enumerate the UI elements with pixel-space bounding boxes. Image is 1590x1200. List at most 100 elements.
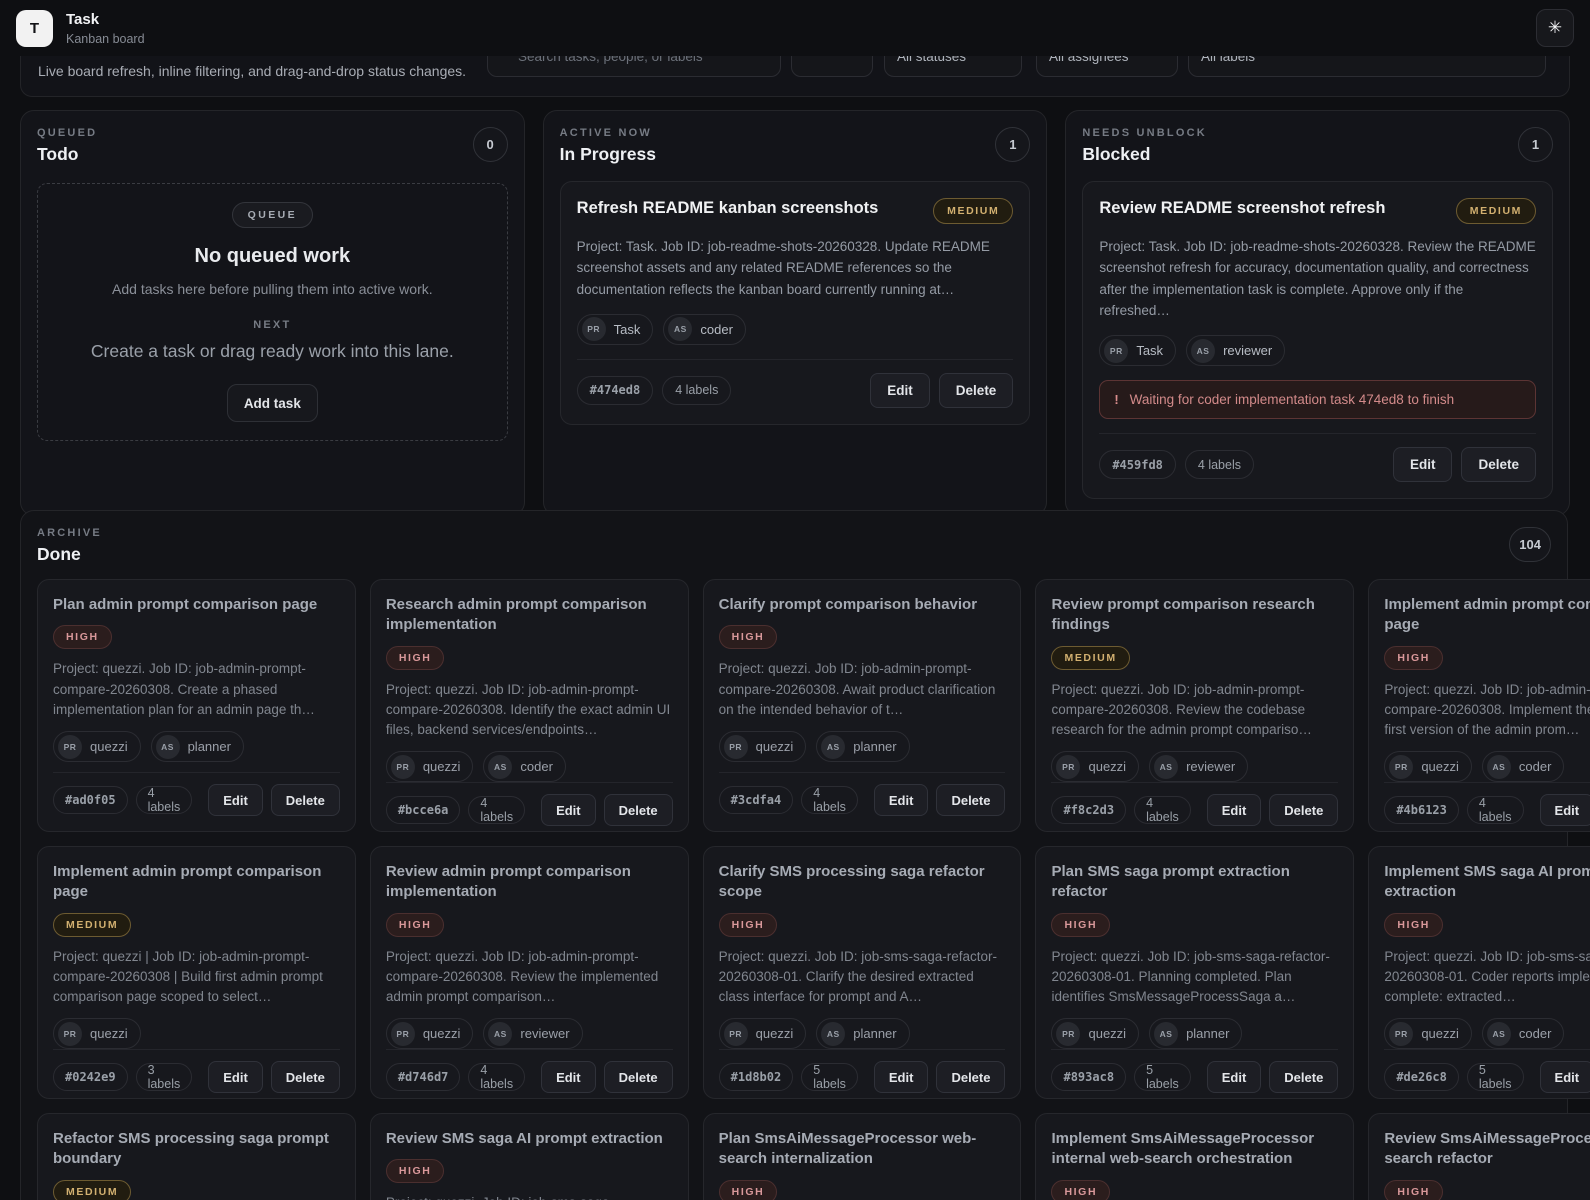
task-hash-chip[interactable]: #de26c8: [1384, 1063, 1459, 1092]
assignee-name: planner: [187, 739, 231, 754]
task-chips: PR Task AS coder: [576, 313, 1014, 345]
task-card[interactable]: Refactor SMS processing saga prompt boun…: [37, 1113, 356, 1200]
assignee-chip[interactable]: AS reviewer: [483, 1018, 583, 1050]
assignee-name: planner: [1186, 1026, 1230, 1042]
labels-count-chip[interactable]: 4 labels: [801, 786, 858, 814]
edit-button[interactable]: Edit: [873, 784, 929, 816]
assignee-chip[interactable]: AS planner: [1149, 1018, 1243, 1050]
delete-button[interactable]: Delete: [936, 784, 1006, 816]
task-card[interactable]: Implement admin prompt comparison page H…: [1368, 579, 1590, 832]
project-chip[interactable]: PR quezzi: [718, 731, 807, 762]
assignee-chip[interactable]: AS planner: [816, 1018, 910, 1050]
task-hash-chip[interactable]: #0242e9: [53, 1063, 128, 1092]
task-hash-chip[interactable]: #4b6123: [1384, 796, 1459, 825]
assignee-chip[interactable]: AS coder: [483, 751, 566, 783]
task-card[interactable]: Refresh README kanban screenshots MEDIUM…: [559, 181, 1031, 425]
labels-count-chip[interactable]: 4 labels: [1466, 796, 1524, 825]
labels-count-chip[interactable]: 5 labels: [1466, 1063, 1524, 1092]
edit-button[interactable]: Edit: [870, 372, 930, 408]
project-chip[interactable]: PR quezzi: [718, 1018, 807, 1050]
task-hash-chip[interactable]: #459fd8: [1099, 450, 1176, 480]
assignee-chip[interactable]: AS planner: [816, 731, 910, 762]
project-chip[interactable]: PR quezzi: [385, 1018, 474, 1050]
project-chip[interactable]: PR quezzi: [1384, 751, 1472, 783]
task-card[interactable]: Review README screenshot refresh MEDIUM …: [1082, 181, 1553, 500]
assignee-name: reviewer: [1186, 759, 1236, 775]
task-card[interactable]: Review prompt comparison research findin…: [1035, 579, 1355, 832]
task-hash-chip[interactable]: #893ac8: [1051, 1063, 1127, 1092]
add-task-button[interactable]: Add task: [226, 384, 318, 423]
task-card[interactable]: Plan SMS saga prompt extraction refactor…: [1035, 846, 1355, 1099]
labels-count-chip[interactable]: 5 labels: [801, 1063, 858, 1092]
delete-button[interactable]: Delete: [936, 1061, 1006, 1094]
project-chip[interactable]: PR quezzi: [53, 1018, 141, 1050]
edit-button[interactable]: Edit: [208, 1061, 263, 1094]
task-hash-chip[interactable]: #d746d7: [385, 1063, 461, 1092]
delete-button[interactable]: Delete: [270, 784, 340, 816]
labels-count-chip[interactable]: 4 labels: [662, 375, 732, 405]
task-card[interactable]: Plan SmsAiMessageProcessor web-search in…: [702, 1113, 1022, 1200]
labels-count-chip[interactable]: 4 labels: [468, 1063, 526, 1092]
assignee-chip[interactable]: AS reviewer: [1186, 335, 1286, 367]
task-hash-chip[interactable]: #1d8b02: [718, 1063, 794, 1092]
task-card[interactable]: Implement SmsAiMessageProcessor internal…: [1035, 1113, 1355, 1200]
task-hash-chip[interactable]: #f8c2d3: [1051, 796, 1127, 825]
edit-button[interactable]: Edit: [1392, 447, 1453, 483]
delete-button[interactable]: Delete: [603, 1061, 673, 1094]
task-card[interactable]: Review SMS saga AI prompt extraction HIG…: [369, 1113, 689, 1200]
labels-count-chip[interactable]: 4 labels: [135, 786, 193, 814]
project-chip[interactable]: PR quezzi: [1384, 1018, 1472, 1050]
edit-button[interactable]: Edit: [1206, 794, 1262, 827]
task-card[interactable]: Implement admin prompt comparison page M…: [37, 846, 356, 1099]
column-title: In Progress: [559, 144, 656, 164]
project-chip[interactable]: PR quezzi: [1051, 751, 1140, 783]
task-hash-chip[interactable]: #3cdfa4: [718, 786, 794, 814]
labels-count-chip[interactable]: 5 labels: [1134, 1063, 1191, 1092]
task-card[interactable]: Clarify prompt comparison behavior HIGH …: [702, 579, 1022, 832]
edit-button[interactable]: Edit: [208, 784, 263, 816]
theme-toggle-button[interactable]: ✳: [1536, 9, 1574, 47]
assignee-chip[interactable]: AS coder: [663, 313, 746, 345]
project-chip[interactable]: PR quezzi: [1051, 1018, 1140, 1050]
delete-button[interactable]: Delete: [1269, 1061, 1339, 1094]
project-chip[interactable]: PR quezzi: [53, 731, 141, 762]
task-card[interactable]: Research admin prompt comparison impleme…: [369, 579, 689, 832]
delete-button[interactable]: Delete: [1269, 794, 1339, 827]
labels-count-chip[interactable]: 4 labels: [468, 796, 526, 825]
task-hash-chip[interactable]: #bcce6a: [385, 796, 461, 825]
edit-button[interactable]: Edit: [541, 794, 596, 827]
column-count-badge: 1: [995, 127, 1031, 162]
project-chip[interactable]: PR Task: [576, 313, 654, 345]
labels-count-chip[interactable]: 3 labels: [135, 1063, 193, 1092]
assignee-chip[interactable]: AS reviewer: [1149, 751, 1249, 783]
task-card[interactable]: Plan admin prompt comparison page HIGH P…: [37, 579, 356, 832]
edit-button[interactable]: Edit: [1539, 794, 1590, 827]
task-hash-chip[interactable]: #474ed8: [576, 375, 654, 405]
card-footer: #d746d7 4 labels Edit Delete: [385, 1049, 673, 1094]
project-chip[interactable]: PR quezzi: [385, 751, 474, 783]
edit-button[interactable]: Edit: [873, 1061, 929, 1094]
task-card[interactable]: Review SmsAiMessageProcessor web-search …: [1368, 1113, 1590, 1200]
delete-button[interactable]: Delete: [938, 372, 1014, 408]
assignee-name: coder: [700, 321, 733, 337]
delete-button[interactable]: Delete: [1461, 447, 1536, 483]
project-chip[interactable]: PR Task: [1099, 335, 1177, 367]
asterisk-icon: ✳: [1547, 18, 1563, 37]
assignee-chip[interactable]: AS planner: [150, 731, 244, 762]
todo-empty-dropzone[interactable]: QUEUE No queued work Add tasks here befo…: [37, 183, 508, 441]
assignee-chip[interactable]: AS coder: [1481, 1018, 1565, 1050]
delete-button[interactable]: Delete: [270, 1061, 340, 1094]
delete-button[interactable]: Delete: [603, 794, 673, 827]
task-hash-chip[interactable]: #ad0f05: [53, 786, 128, 814]
card-list: Review README screenshot refresh MEDIUM …: [1082, 181, 1553, 500]
task-card[interactable]: Clarify SMS processing saga refactor sco…: [702, 846, 1022, 1099]
priority-badge: HIGH: [1384, 1179, 1443, 1200]
edit-button[interactable]: Edit: [541, 1061, 596, 1094]
labels-count-chip[interactable]: 4 labels: [1184, 450, 1254, 480]
task-card[interactable]: Implement SMS saga AI prompt extraction …: [1368, 846, 1590, 1099]
assignee-chip[interactable]: AS coder: [1481, 751, 1565, 783]
edit-button[interactable]: Edit: [1539, 1061, 1590, 1094]
labels-count-chip[interactable]: 4 labels: [1134, 796, 1191, 825]
task-card[interactable]: Review admin prompt comparison implement…: [369, 846, 689, 1099]
edit-button[interactable]: Edit: [1206, 1061, 1262, 1094]
